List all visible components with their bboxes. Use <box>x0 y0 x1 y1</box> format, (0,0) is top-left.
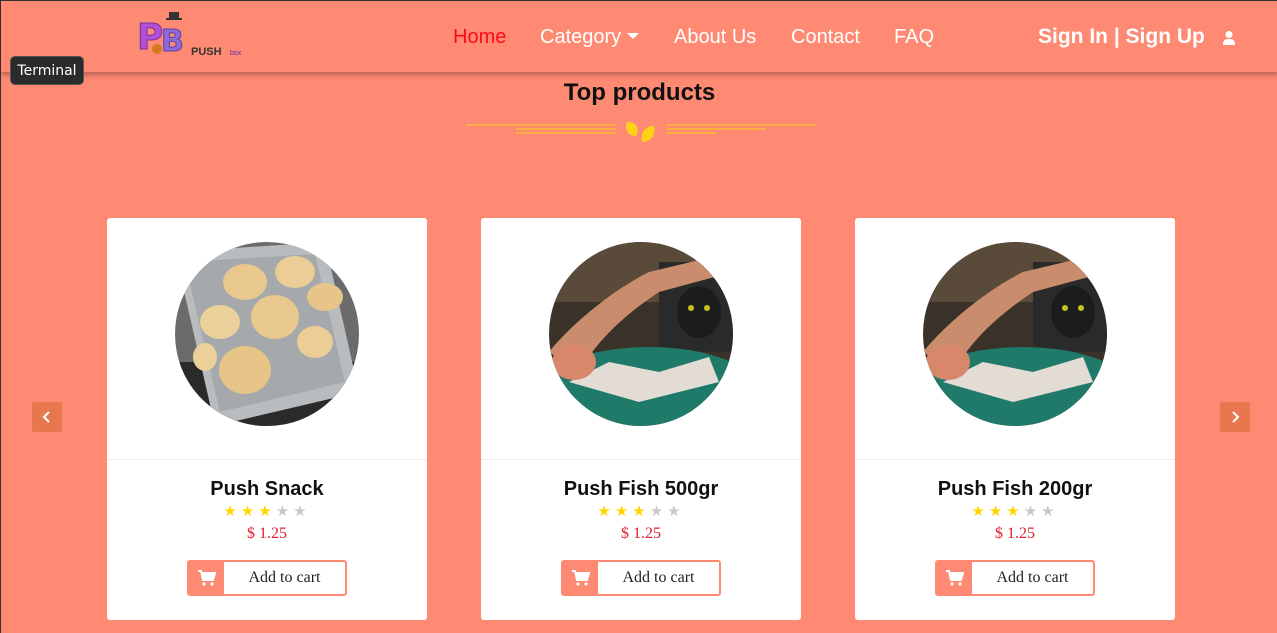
carousel-next-button[interactable] <box>1220 402 1250 432</box>
caret-down-icon <box>627 33 640 39</box>
nav-contact[interactable]: Contact <box>791 25 860 49</box>
user-icon[interactable] <box>1222 30 1236 46</box>
section-title: Top products <box>563 79 716 106</box>
nav-faq[interactable]: FAQ <box>894 25 934 49</box>
product-image-fish[interactable] <box>549 242 733 426</box>
star-icon: ★ <box>632 503 650 520</box>
star-icon: ★ <box>597 503 615 520</box>
nav-category[interactable]: Category <box>540 25 640 49</box>
card-separator <box>855 459 1175 460</box>
cart-icon <box>937 562 972 594</box>
chevron-right-icon <box>1232 411 1240 423</box>
star-icon: ★ <box>1023 503 1042 520</box>
nav-category-label: Category <box>540 26 622 48</box>
auth-links: Sign In | Sign Up <box>1038 25 1205 49</box>
product-card: Push Fish 500gr ★★★★★ $ 1.25 Add to cart <box>481 218 801 620</box>
star-icon: ★ <box>971 503 989 520</box>
product-price: $ 1.25 <box>995 525 1035 542</box>
add-to-cart-button[interactable]: Add to cart <box>561 560 721 596</box>
star-icon: ★ <box>1006 503 1024 520</box>
product-name[interactable]: Push Fish 200gr <box>855 478 1175 501</box>
star-icon: ★ <box>223 503 241 520</box>
leaf-icon <box>626 122 655 142</box>
product-card: Push Fish 200gr ★★★★★ $ 1.25 Add to cart <box>855 218 1175 620</box>
product-name[interactable]: Push Snack <box>107 478 427 501</box>
pushbox-logo[interactable]: P B PUSH box <box>135 9 255 59</box>
terminal-tooltip: Terminal <box>10 56 84 85</box>
product-image-fish[interactable] <box>923 242 1107 426</box>
cart-icon <box>189 562 224 594</box>
nav-about[interactable]: About Us <box>674 25 756 49</box>
star-icon: ★ <box>275 503 294 520</box>
add-to-cart-button[interactable]: Add to cart <box>935 560 1095 596</box>
star-icon: ★ <box>988 503 1007 520</box>
rating-stars: ★★★★★ <box>481 502 801 520</box>
product-image-cookies[interactable] <box>175 242 359 426</box>
sign-up-link[interactable]: Sign Up <box>1126 25 1205 48</box>
star-icon: ★ <box>667 503 685 520</box>
star-icon: ★ <box>258 503 276 520</box>
star-icon: ★ <box>1041 503 1059 520</box>
product-price: $ 1.25 <box>247 525 287 542</box>
navbar: P B PUSH box Home Category About Us Cont… <box>1 1 1277 72</box>
star-icon: ★ <box>293 503 311 520</box>
cart-icon <box>563 562 598 594</box>
product-card: Push Snack ★★★★★ $ 1.25 Add to cart <box>107 218 427 620</box>
star-icon: ★ <box>240 503 259 520</box>
carousel-prev-button[interactable] <box>32 402 62 432</box>
svg-text:box: box <box>230 50 242 57</box>
sign-in-link[interactable]: Sign In <box>1038 25 1108 48</box>
chevron-left-icon <box>42 411 50 423</box>
add-to-cart-label: Add to cart <box>248 569 321 586</box>
card-separator <box>107 459 427 460</box>
add-to-cart-label: Add to cart <box>996 569 1069 586</box>
product-name[interactable]: Push Fish 500gr <box>481 478 801 501</box>
product-price: $ 1.25 <box>621 525 661 542</box>
add-to-cart-button[interactable]: Add to cart <box>187 560 347 596</box>
card-separator <box>481 459 801 460</box>
svg-text:PUSH: PUSH <box>191 46 222 58</box>
star-icon: ★ <box>649 503 668 520</box>
rating-stars: ★★★★★ <box>107 502 427 520</box>
section-divider <box>466 118 818 146</box>
nav-home[interactable]: Home <box>453 25 506 49</box>
add-to-cart-label: Add to cart <box>622 569 695 586</box>
rating-stars: ★★★★★ <box>855 502 1175 520</box>
svg-text:B: B <box>161 24 184 59</box>
star-icon: ★ <box>614 503 633 520</box>
auth-separator: | <box>1108 25 1126 48</box>
